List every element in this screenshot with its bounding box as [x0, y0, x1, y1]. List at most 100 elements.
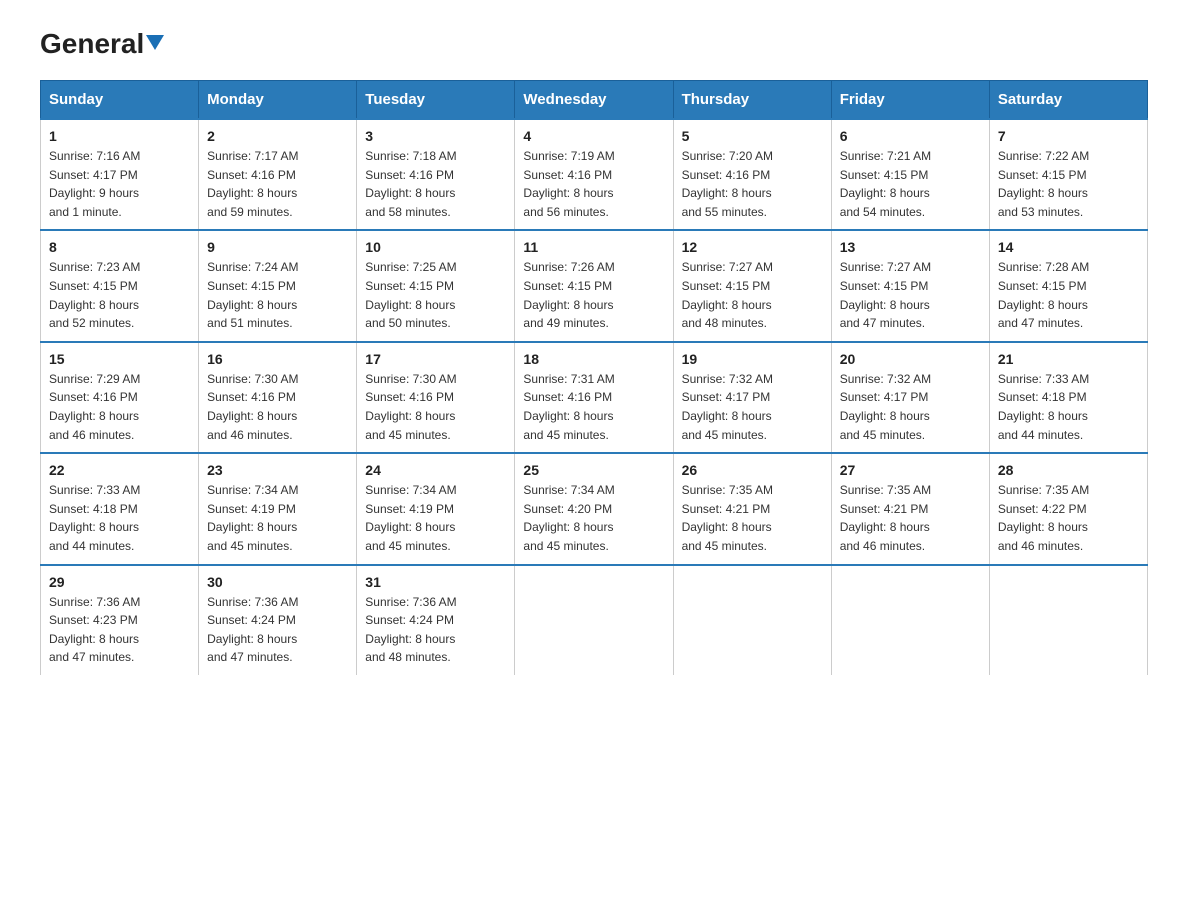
calendar-cell: 24 Sunrise: 7:34 AMSunset: 4:19 PMDayligh…	[357, 453, 515, 564]
day-info-wrap: Sunrise: 7:29 AMSunset: 4:16 PMDaylight:…	[49, 370, 190, 444]
daylight-text-line2: and 47 minutes.	[49, 648, 190, 667]
daylight-text-line2: and 55 minutes.	[682, 203, 823, 222]
day-number: 23	[207, 462, 348, 478]
day-info-wrap: Sunrise: 7:34 AMSunset: 4:20 PMDaylight:…	[523, 481, 664, 555]
calendar-cell: 17Sunrise: 7:30 AMSunset: 4:16 PMDayligh…	[357, 342, 515, 453]
header: General	[40, 30, 1148, 60]
day-info-wrap: Sunrise: 7:30 AMSunset: 4:16 PMDaylight:…	[207, 370, 348, 444]
daylight-text-line2: and 48 minutes.	[682, 314, 823, 333]
calendar-cell: 27Sunrise: 7:35 AMSunset: 4:21 PMDayligh…	[831, 453, 989, 564]
sunset-text: Sunset: 4:16 PM	[523, 166, 664, 185]
day-number: 7	[998, 128, 1139, 144]
daylight-text-line1: Daylight: 8 hours	[207, 296, 348, 315]
sunset-text: Sunset: 4:24 PM	[207, 611, 348, 630]
sunset-text: Sunset: 4:15 PM	[365, 277, 506, 296]
day-number: 29	[49, 574, 190, 590]
daylight-text-line1: Daylight: 9 hours	[49, 184, 190, 203]
daylight-text-line2: and 45 minutes.	[682, 426, 823, 445]
sunrise-text: Sunrise: 7:34 AM	[523, 481, 664, 500]
calendar-cell: 25 Sunrise: 7:34 AMSunset: 4:20 PMDayligh…	[515, 453, 673, 564]
daylight-text-line1: Daylight: 8 hours	[682, 407, 823, 426]
day-number: 13	[840, 239, 981, 255]
day-info-wrap: Sunrise: 7:36 AMSunset: 4:23 PMDaylight:…	[49, 593, 190, 667]
day-info-wrap: Sunrise: 7:18 AMSunset: 4:16 PMDaylight:…	[365, 147, 506, 221]
calendar-cell: 6Sunrise: 7:21 AMSunset: 4:15 PMDaylight…	[831, 119, 989, 230]
sunrise-text: Sunrise: 7:23 AM	[49, 258, 190, 277]
sunrise-text: Sunrise: 7:36 AM	[365, 593, 506, 612]
sunset-text: Sunset: 4:17 PM	[49, 166, 190, 185]
day-number: 25	[523, 462, 664, 478]
sunset-text: Sunset: 4:19 PM	[207, 500, 348, 519]
daylight-text-line2: and 56 minutes.	[523, 203, 664, 222]
day-number: 2	[207, 128, 348, 144]
daylight-text-line1: Daylight: 8 hours	[998, 407, 1139, 426]
daylight-text-line1: Daylight: 8 hours	[840, 184, 981, 203]
day-info-wrap: Sunrise: 7:30 AMSunset: 4:16 PMDaylight:…	[365, 370, 506, 444]
weekday-header-wednesday: Wednesday	[515, 81, 673, 120]
sunrise-text: Sunrise: 7:29 AM	[49, 370, 190, 389]
day-info-wrap: Sunrise: 7:34 AMSunset: 4:19 PMDaylight:…	[207, 481, 348, 555]
calendar-cell: 22 Sunrise: 7:33 AMSunset: 4:18 PMDayligh…	[41, 453, 199, 564]
daylight-text-line1: Daylight: 8 hours	[523, 296, 664, 315]
daylight-text-line1: Daylight: 8 hours	[998, 184, 1139, 203]
sunrise-text: Sunrise: 7:25 AM	[365, 258, 506, 277]
calendar-cell: 30Sunrise: 7:36 AMSunset: 4:24 PMDayligh…	[199, 565, 357, 675]
day-info-wrap: Sunrise: 7:32 AMSunset: 4:17 PMDaylight:…	[840, 370, 981, 444]
day-number: 18	[523, 351, 664, 367]
calendar-cell: 9Sunrise: 7:24 AMSunset: 4:15 PMDaylight…	[199, 230, 357, 341]
daylight-text-line1: Daylight: 8 hours	[365, 296, 506, 315]
logo-triangle-icon	[146, 35, 164, 50]
calendar-cell: 13 Sunrise: 7:27 AMSunset: 4:15 PMDayligh…	[831, 230, 989, 341]
calendar-cell	[673, 565, 831, 675]
daylight-text-line2: and 49 minutes.	[523, 314, 664, 333]
week-row-3: 15Sunrise: 7:29 AMSunset: 4:16 PMDayligh…	[41, 342, 1148, 453]
sunset-text: Sunset: 4:18 PM	[49, 500, 190, 519]
daylight-text-line1: Daylight: 8 hours	[207, 184, 348, 203]
sunset-text: Sunset: 4:20 PM	[523, 500, 664, 519]
sunset-text: Sunset: 4:16 PM	[365, 388, 506, 407]
daylight-text-line1: Daylight: 8 hours	[207, 407, 348, 426]
weekday-header-sunday: Sunday	[41, 81, 199, 120]
daylight-text-line1: Daylight: 8 hours	[49, 296, 190, 315]
day-info-wrap: Sunrise: 7:34 AMSunset: 4:19 PMDaylight:…	[365, 481, 506, 555]
sunset-text: Sunset: 4:24 PM	[365, 611, 506, 630]
sunrise-text: Sunrise: 7:30 AM	[207, 370, 348, 389]
day-info-wrap: Sunrise: 7:27 AMSunset: 4:15 PMDaylight:…	[682, 258, 823, 332]
sunrise-text: Sunrise: 7:21 AM	[840, 147, 981, 166]
sunrise-text: Sunrise: 7:35 AM	[682, 481, 823, 500]
daylight-text-line1: Daylight: 8 hours	[998, 296, 1139, 315]
day-number: 11	[523, 239, 664, 255]
calendar-cell: 10Sunrise: 7:25 AMSunset: 4:15 PMDayligh…	[357, 230, 515, 341]
day-number: 22	[49, 462, 190, 478]
day-info-wrap: Sunrise: 7:27 AMSunset: 4:15 PMDaylight:…	[840, 258, 981, 332]
day-number: 24	[365, 462, 506, 478]
daylight-text-line1: Daylight: 8 hours	[523, 184, 664, 203]
day-number: 3	[365, 128, 506, 144]
week-row-2: 8Sunrise: 7:23 AMSunset: 4:15 PMDaylight…	[41, 230, 1148, 341]
calendar-cell: 1Sunrise: 7:16 AMSunset: 4:17 PMDaylight…	[41, 119, 199, 230]
day-number: 12	[682, 239, 823, 255]
day-number: 6	[840, 128, 981, 144]
daylight-text-line2: and 45 minutes.	[523, 537, 664, 556]
day-info-wrap: Sunrise: 7:20 AMSunset: 4:16 PMDaylight:…	[682, 147, 823, 221]
day-number: 16	[207, 351, 348, 367]
day-info-wrap: Sunrise: 7:33 AMSunset: 4:18 PMDaylight:…	[49, 481, 190, 555]
daylight-text-line2: and 59 minutes.	[207, 203, 348, 222]
sunrise-text: Sunrise: 7:32 AM	[682, 370, 823, 389]
logo-general-text: General	[40, 30, 164, 58]
daylight-text-line1: Daylight: 8 hours	[682, 518, 823, 537]
calendar-cell: 16 Sunrise: 7:30 AMSunset: 4:16 PMDayligh…	[199, 342, 357, 453]
daylight-text-line2: and 1 minute.	[49, 203, 190, 222]
week-row-1: 1Sunrise: 7:16 AMSunset: 4:17 PMDaylight…	[41, 119, 1148, 230]
daylight-text-line1: Daylight: 8 hours	[998, 518, 1139, 537]
weekday-header-saturday: Saturday	[989, 81, 1147, 120]
sunset-text: Sunset: 4:16 PM	[523, 388, 664, 407]
day-info-wrap: Sunrise: 7:35 AMSunset: 4:21 PMDaylight:…	[682, 481, 823, 555]
calendar-cell: 14Sunrise: 7:28 AMSunset: 4:15 PMDayligh…	[989, 230, 1147, 341]
daylight-text-line2: and 58 minutes.	[365, 203, 506, 222]
day-info-wrap: Sunrise: 7:36 AMSunset: 4:24 PMDaylight:…	[207, 593, 348, 667]
sunrise-text: Sunrise: 7:18 AM	[365, 147, 506, 166]
sunset-text: Sunset: 4:15 PM	[682, 277, 823, 296]
daylight-text-line1: Daylight: 8 hours	[523, 407, 664, 426]
calendar-cell: 19Sunrise: 7:32 AMSunset: 4:17 PMDayligh…	[673, 342, 831, 453]
